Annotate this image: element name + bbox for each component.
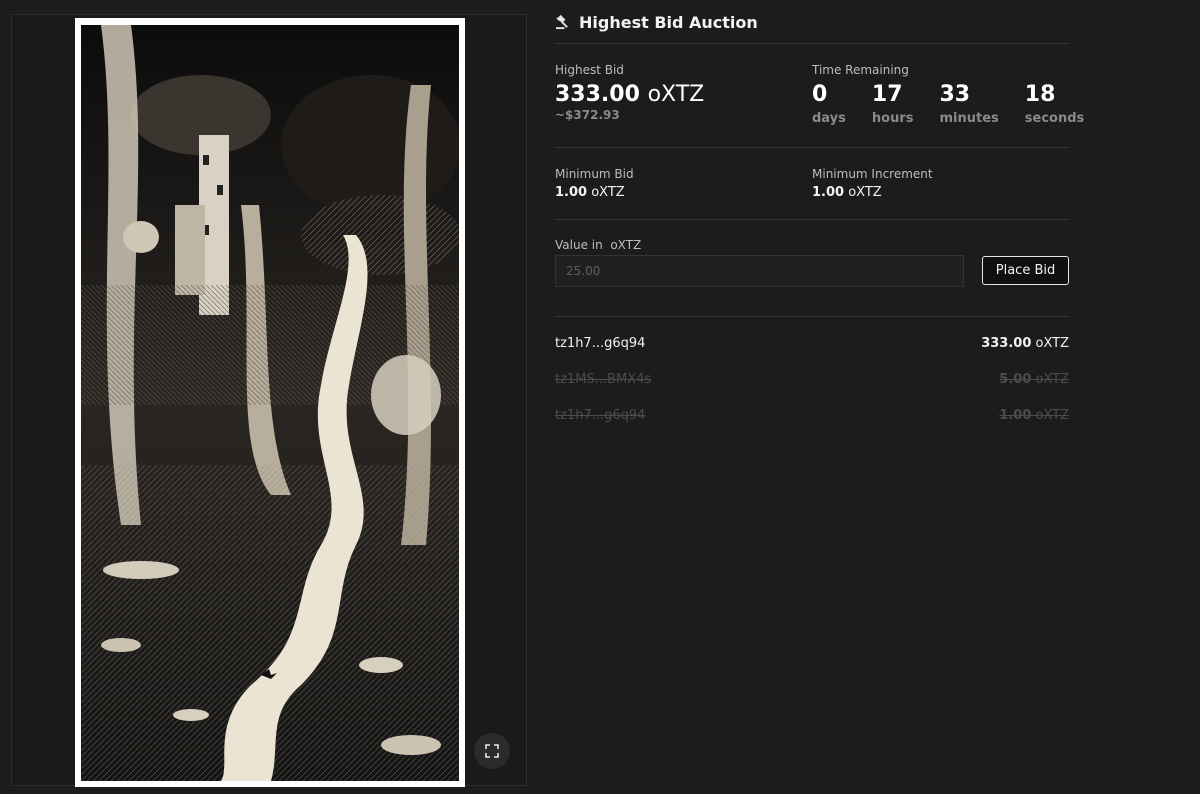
highest-bid-label: Highest Bid xyxy=(555,63,624,77)
highest-bid-value: 333.00 xyxy=(555,82,640,107)
bid-amount: 5.00 oXTZ xyxy=(999,372,1069,387)
timer-hours: 17 hours xyxy=(872,82,914,126)
seconds-label: seconds xyxy=(1024,111,1085,126)
minimum-bid-value: 1.00 oXTZ xyxy=(555,185,812,200)
minimum-bid-amount: 1.00 xyxy=(555,185,588,200)
bid-history-row: tz1h7...g6q94 1.00 oXTZ xyxy=(555,408,1069,423)
minimum-increment-amount: 1.00 xyxy=(812,185,845,200)
divider xyxy=(555,316,1069,317)
minimum-increment-value: 1.00 oXTZ xyxy=(812,185,1069,200)
bid-amount-value: 5.00 xyxy=(999,372,1032,387)
bid-currency: oXTZ xyxy=(1035,408,1069,423)
time-remaining-block: Time Remaining 0 days 17 hours 33 minute… xyxy=(812,63,1084,147)
fullscreen-button[interactable] xyxy=(474,733,510,769)
minutes-value: 33 xyxy=(939,82,971,107)
countdown-timer: 0 days 17 hours 33 minutes 18 seconds xyxy=(812,82,1084,126)
bid-amount-input[interactable] xyxy=(555,255,964,287)
highest-bid-amount: 333.00 oXTZ xyxy=(555,82,812,107)
bid-history-row: tz1MS...BMX4s 5.00 oXTZ xyxy=(555,372,1069,387)
highest-bid-currency: oXTZ xyxy=(647,82,705,107)
artwork-panel xyxy=(11,14,527,787)
minimum-increment-block: Minimum Increment 1.00 oXTZ xyxy=(812,167,1069,219)
bidder-address[interactable]: tz1h7...g6q94 xyxy=(555,408,645,423)
bid-history-row: tz1h7...g6q94 333.00 oXTZ xyxy=(555,336,1069,351)
bidder-address[interactable]: tz1h7...g6q94 xyxy=(555,336,645,351)
days-label: days xyxy=(812,111,846,126)
auction-panel: Highest Bid Auction Highest Bid 333.00 o… xyxy=(555,0,1084,423)
bid-amount: 333.00 oXTZ xyxy=(981,336,1069,351)
minutes-label: minutes xyxy=(939,111,999,126)
bid-currency: oXTZ xyxy=(1035,336,1069,351)
timer-seconds: 18 seconds xyxy=(1025,82,1085,126)
minimum-bid-currency: oXTZ xyxy=(591,185,625,200)
hours-label: hours xyxy=(871,111,914,126)
bid-currency: oXTZ xyxy=(1035,372,1069,387)
bid-rules-row: Minimum Bid 1.00 oXTZ Minimum Increment … xyxy=(555,148,1069,220)
bid-input-label: Value in oXTZ xyxy=(555,238,642,252)
bid-amount: 1.00 oXTZ xyxy=(999,408,1069,423)
time-remaining-label: Time Remaining xyxy=(812,63,909,77)
bid-amount-value: 333.00 xyxy=(981,336,1032,351)
expand-icon xyxy=(485,744,499,758)
bidder-address[interactable]: tz1MS...BMX4s xyxy=(555,372,651,387)
bid-amount-value: 1.00 xyxy=(999,408,1032,423)
artwork-frame xyxy=(75,18,465,787)
auction-header: Highest Bid Auction xyxy=(555,0,1069,44)
timer-days: 0 days xyxy=(812,82,846,126)
minimum-bid-block: Minimum Bid 1.00 oXTZ xyxy=(555,167,812,219)
seconds-value: 18 xyxy=(1024,82,1056,107)
highest-bid-block: Highest Bid 333.00 oXTZ ~$372.93 xyxy=(555,63,812,147)
timer-minutes: 33 minutes xyxy=(939,82,998,126)
bid-summary-row: Highest Bid 333.00 oXTZ ~$372.93 Time Re… xyxy=(555,44,1084,148)
page-title: Highest Bid Auction xyxy=(579,13,758,32)
place-bid-button[interactable]: Place Bid xyxy=(982,256,1069,285)
hours-value: 17 xyxy=(871,82,903,107)
minimum-increment-label: Minimum Increment xyxy=(812,167,933,181)
gavel-icon xyxy=(555,15,568,30)
artwork-image xyxy=(81,25,459,781)
minimum-bid-label: Minimum Bid xyxy=(555,167,634,181)
minimum-increment-currency: oXTZ xyxy=(848,185,882,200)
highest-bid-usd: ~$372.93 xyxy=(555,108,620,122)
days-value: 0 xyxy=(812,82,828,107)
